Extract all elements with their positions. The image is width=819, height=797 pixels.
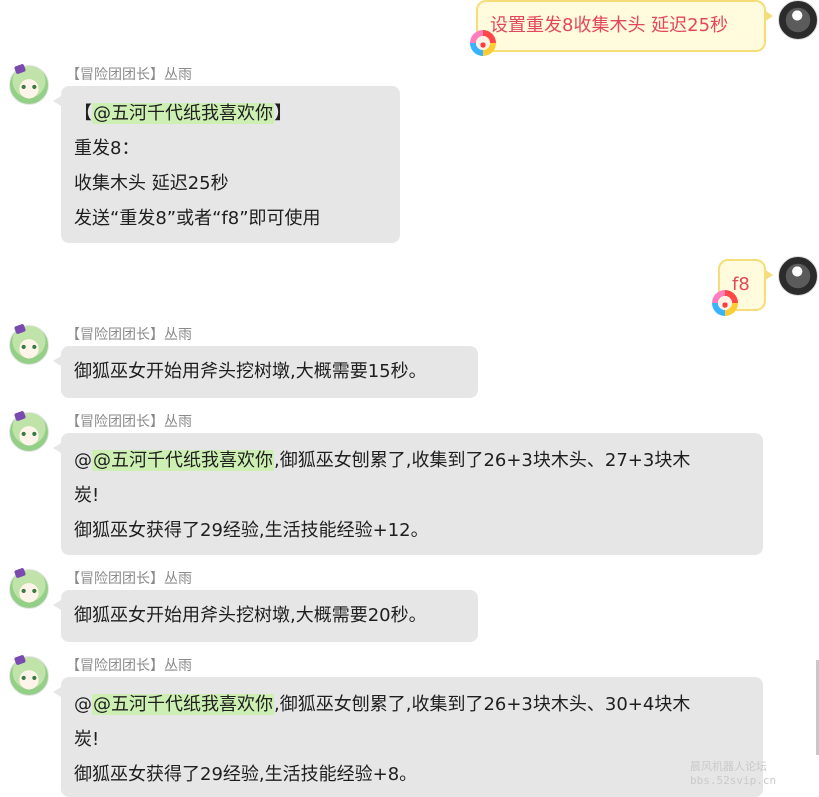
sender-name[interactable]: 【冒险团团长】丛雨 [66, 66, 192, 84]
message-line: 重发8： [74, 138, 140, 159]
mention-tag[interactable]: @五河千代纸我喜欢你 [92, 694, 274, 715]
message-line: 发送“重发8”或者“f8”即可使用 [74, 208, 321, 229]
bow-icon [13, 323, 27, 335]
message-line: 炭! [74, 729, 100, 750]
line-prefix: @ [74, 694, 92, 715]
clown-badge-icon [470, 30, 496, 56]
self-avatar[interactable] [778, 0, 818, 40]
watermark-line: bbs.52svip.cn [690, 774, 777, 787]
bow-icon [13, 567, 27, 579]
incoming-bubble[interactable]: @@五河千代纸我喜欢你,御狐巫女刨累了,收集到了26+3块木头、30+4块木 炭… [53, 677, 763, 797]
bow-icon [13, 410, 27, 422]
clown-badge-icon [712, 290, 738, 316]
bot-avatar[interactable] [9, 323, 49, 365]
self-avatar[interactable] [778, 256, 818, 296]
mention-tag[interactable]: @五河千代纸我喜欢你 [92, 450, 274, 471]
bow-icon [13, 63, 27, 75]
message-line: 御狐巫女获得了29经验,生活技能经验+12。 [74, 520, 429, 541]
sender-name[interactable]: 【冒险团团长】丛雨 [66, 570, 192, 588]
message-text: 设置重发8收集木头 延迟25秒 [490, 15, 729, 36]
sender-name[interactable]: 【冒险团团长】丛雨 [66, 326, 192, 344]
outgoing-bubble[interactable]: 设置重发8收集木头 延迟25秒 [476, 0, 773, 52]
watermark: 晨风机器人论坛 bbs.52svip.cn [690, 760, 776, 788]
line-suffix: 】 [274, 103, 292, 124]
sender-name[interactable]: 【冒险团团长】丛雨 [66, 657, 192, 675]
message-line: 御狐巫女获得了29经验,生活技能经验+8。 [74, 764, 418, 785]
message-line: 御狐巫女开始用斧头挖树墩,大概需要15秒。 [74, 361, 427, 382]
message-line: @@五河千代纸我喜欢你,御狐巫女刨累了,收集到了26+3块木头、27+3块木 [74, 443, 750, 478]
message-line: 收集木头 延迟25秒 [74, 173, 229, 194]
bot-avatar[interactable] [9, 63, 49, 105]
message-line: @@五河千代纸我喜欢你,御狐巫女刨累了,收集到了26+3块木头、30+4块木 [74, 687, 750, 722]
bot-avatar[interactable] [9, 410, 49, 452]
line-suffix: ,御狐巫女刨累了,收集到了26+3块木头、27+3块木 [274, 450, 691, 471]
message-line: 御狐巫女开始用斧头挖树墩,大概需要20秒。 [74, 605, 427, 626]
chat-history[interactable]: 设置重发8收集木头 延迟25秒 【冒险团团长】丛雨 【@五河千代纸我喜欢你】 重… [0, 0, 819, 797]
incoming-bubble[interactable]: 御狐巫女开始用斧头挖树墩,大概需要15秒。 [53, 346, 478, 398]
sender-name[interactable]: 【冒险团团长】丛雨 [66, 413, 192, 431]
bot-avatar[interactable] [9, 567, 49, 609]
incoming-bubble[interactable]: 御狐巫女开始用斧头挖树墩,大概需要20秒。 [53, 590, 478, 642]
mention-tag[interactable]: @五河千代纸我喜欢你 [92, 103, 274, 124]
message-text: f8 [732, 274, 750, 295]
watermark-line: 晨风机器人论坛 [690, 760, 767, 773]
message-line: 【@五河千代纸我喜欢你】 [74, 96, 387, 131]
incoming-bubble[interactable]: @@五河千代纸我喜欢你,御狐巫女刨累了,收集到了26+3块木头、27+3块木 炭… [53, 433, 763, 555]
line-prefix: 【 [74, 103, 92, 124]
bot-avatar[interactable] [9, 654, 49, 696]
message-line: 炭! [74, 485, 100, 506]
line-suffix: ,御狐巫女刨累了,收集到了26+3块木头、30+4块木 [274, 694, 691, 715]
line-prefix: @ [74, 450, 92, 471]
incoming-bubble[interactable]: 【@五河千代纸我喜欢你】 重发8： 收集木头 延迟25秒 发送“重发8”或者“f… [53, 86, 400, 243]
bow-icon [13, 654, 27, 666]
